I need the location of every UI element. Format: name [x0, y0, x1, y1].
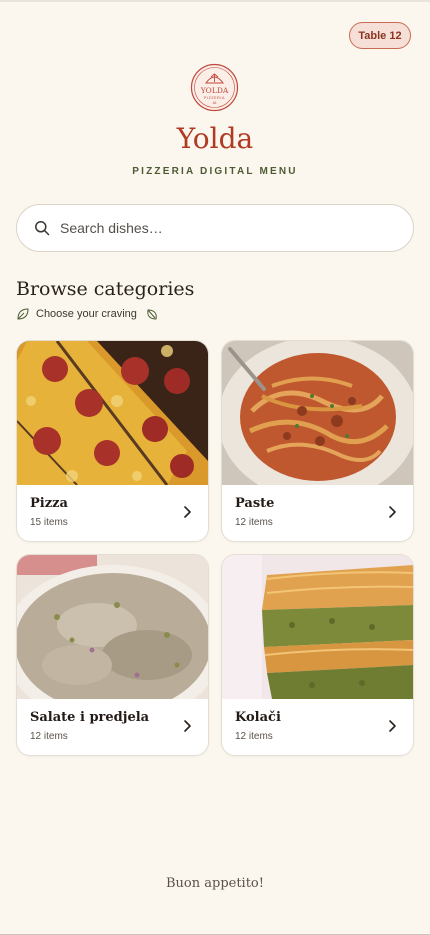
logo-text: YOLDA: [200, 86, 229, 95]
search-icon: [34, 220, 50, 236]
logo-badge: 46: [213, 101, 217, 105]
page-subtitle: PIZZERIA DIGITAL MENU: [132, 166, 298, 177]
leaf-icon: [16, 307, 30, 321]
category-card-paste[interactable]: Paste 12 items: [221, 340, 414, 542]
leaf-icon: [145, 307, 159, 321]
category-name: Pizza: [30, 496, 68, 511]
category-name: Salate i predjela: [30, 710, 150, 725]
salad-photo: [17, 555, 208, 699]
category-name: Kolači: [235, 710, 281, 725]
category-card-kolaci[interactable]: Kolači 12 items: [221, 554, 414, 756]
logo-subtext: PIZZERIA: [204, 96, 225, 100]
category-card-pizza[interactable]: Pizza 15 items: [16, 340, 209, 542]
section-subtitle: Choose your craving: [16, 307, 159, 321]
footer-message: Buon appetito!: [165, 876, 264, 891]
pizza-photo: [17, 341, 208, 485]
pasta-photo: [222, 341, 413, 485]
search-bar[interactable]: [16, 204, 414, 252]
top-divider: [0, 0, 430, 2]
section-title: Browse categories: [16, 278, 195, 300]
brand-logo: YOLDA PIZZERIA 46: [190, 63, 239, 112]
category-name: Paste: [235, 496, 275, 511]
category-count: 12 items: [235, 517, 273, 528]
category-card-salate[interactable]: Salate i predjela 12 items: [16, 554, 209, 756]
table-number-badge: Table 12: [349, 22, 411, 49]
chevron-right-icon: [182, 719, 194, 733]
search-input[interactable]: [58, 219, 382, 237]
chevron-right-icon: [387, 719, 399, 733]
section-subtitle-label: Choose your craving: [36, 308, 137, 320]
category-count: 12 items: [235, 731, 273, 742]
category-count: 15 items: [30, 517, 68, 528]
category-count: 12 items: [30, 731, 68, 742]
baklava-photo: [222, 555, 413, 699]
chevron-right-icon: [387, 505, 399, 519]
page-title: Yolda: [176, 122, 254, 155]
chevron-right-icon: [182, 505, 194, 519]
